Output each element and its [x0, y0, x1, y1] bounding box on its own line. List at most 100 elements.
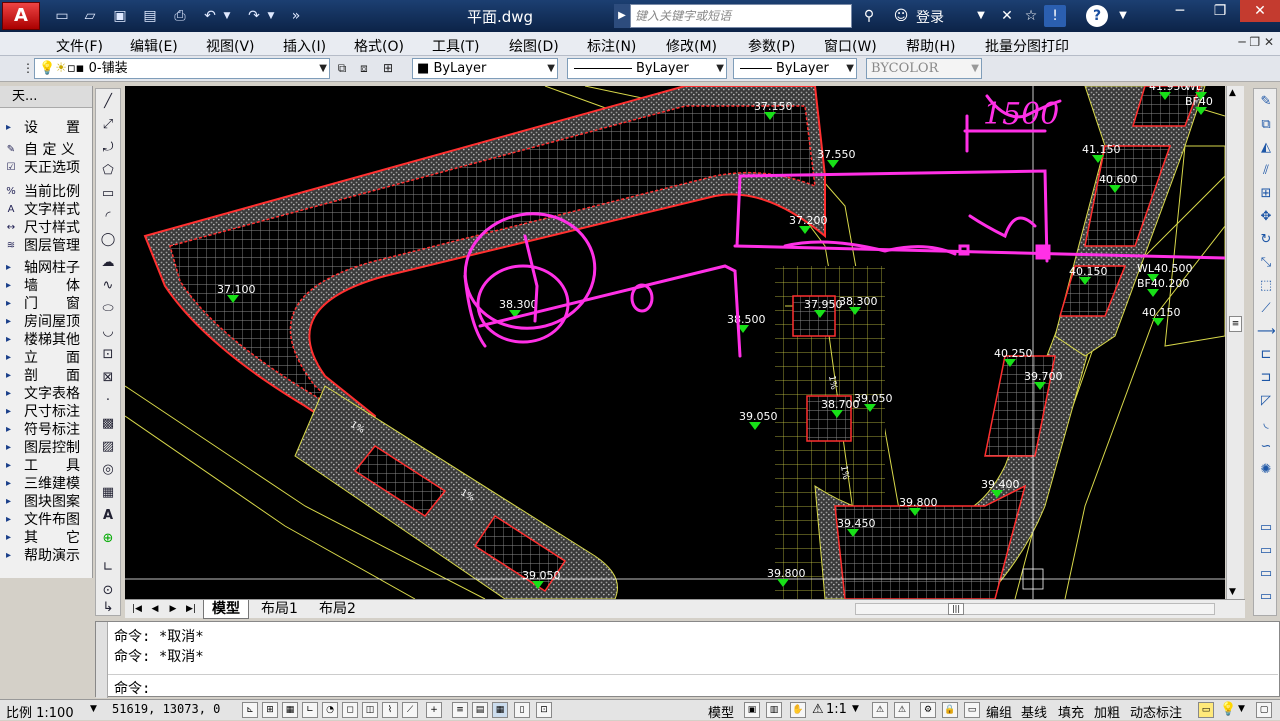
login-dropdown-icon[interactable]: ▼ [970, 5, 992, 27]
command-window[interactable]: 命令: *取消* 命令: *取消* 命令: [95, 621, 1280, 698]
scale-dropdown-icon[interactable]: ▼ [90, 704, 97, 714]
palette-item[interactable]: ☑ 天正选项 [0, 159, 92, 177]
layout-d-icon[interactable]: ▭ [1257, 588, 1275, 606]
orbit-icon[interactable]: ⊙ [99, 582, 117, 600]
move-icon[interactable]: ✥ [1257, 208, 1275, 226]
more-tools-icon[interactable]: » [286, 6, 306, 26]
multiline-text-icon[interactable]: A [99, 507, 117, 525]
minimize-icon[interactable]: ─ [1160, 0, 1200, 22]
menu-window[interactable]: 窗口(W) [824, 36, 877, 56]
rectangle-icon[interactable]: ▭ [99, 185, 117, 203]
cursor-coordinates[interactable]: 51619, 13073, 0 [112, 702, 220, 716]
add-selected-icon[interactable]: ⊕ [99, 530, 117, 548]
insert-block-icon[interactable]: ⊡ [99, 346, 117, 364]
user-icon[interactable]: ☺ [890, 5, 912, 27]
lineweight-icon[interactable]: ≡ [452, 702, 468, 718]
help-dropdown-icon[interactable]: ▼ [1112, 5, 1134, 27]
isolate-objects-icon[interactable]: 💡 [1220, 702, 1236, 717]
next-tab-icon[interactable]: ▶ [165, 601, 181, 617]
scroll-up-icon[interactable]: ▲ [1229, 88, 1236, 98]
otrack-icon[interactable]: ⌇ [382, 702, 398, 718]
menu-modify[interactable]: 修改(M) [666, 36, 717, 56]
menu-batch-print[interactable]: 批量分图打印 [985, 36, 1069, 56]
menu-format[interactable]: 格式(O) [354, 36, 404, 56]
pan-icon[interactable]: ✋ [790, 702, 806, 718]
hardware-acceleration-icon[interactable]: ▭ [964, 702, 980, 718]
palette-item[interactable]: ▸ 门 窗 [0, 295, 92, 313]
quick-view-drawings-icon[interactable]: ▥ [766, 702, 782, 718]
toggle-dynamic-dimension[interactable]: 动态标注 [1130, 702, 1182, 721]
layer-state-icon[interactable]: ⊞ [380, 60, 396, 76]
gradient-icon[interactable]: ▨ [99, 438, 117, 456]
infer-constraints-icon[interactable]: ⊾ [242, 702, 258, 718]
lock-icon[interactable]: 🔒 [942, 702, 958, 718]
construction-line-icon[interactable]: ⤢ [99, 116, 117, 134]
scale-icon[interactable]: ⤡ [1257, 254, 1275, 272]
workspace-icon[interactable]: ⚙ [920, 702, 936, 718]
menu-parametric[interactable]: 参数(P) [748, 36, 795, 56]
status-menu-icon[interactable]: ▼ [1238, 704, 1245, 714]
palette-item[interactable]: ✎ 自 定 义 [0, 141, 92, 159]
ellipse-arc-icon[interactable]: ◡ [99, 323, 117, 341]
undo-dropdown-icon[interactable]: ▼ [220, 6, 234, 26]
binoculars-icon[interactable]: ⚲ [858, 5, 880, 27]
color-dropdown[interactable]: ■ ByLayer ▼ [412, 58, 558, 79]
search-expand-icon[interactable]: ▶ [614, 4, 630, 28]
annotation-monitor-icon[interactable]: ⊡ [536, 702, 552, 718]
palette-item[interactable]: ▸ 剖 面 [0, 367, 92, 385]
dynamic-ucs-icon[interactable]: ⟋ [402, 702, 418, 718]
auto-scale-icon[interactable]: ⚠ [894, 702, 910, 718]
revision-cloud-icon[interactable]: ☁ [99, 254, 117, 272]
arc-icon[interactable]: ◜ [99, 208, 117, 226]
extend-icon[interactable]: ⟶ [1257, 323, 1276, 341]
hatch-icon[interactable]: ▩ [99, 415, 117, 433]
layout-b-icon[interactable]: ▭ [1257, 542, 1275, 560]
fillet-icon[interactable]: ◟ [1257, 415, 1275, 433]
login-link[interactable]: 登录 [916, 7, 944, 27]
stretch-icon[interactable]: ⬚ [1257, 277, 1275, 295]
palette-item[interactable]: ▸ 房间屋顶 [0, 313, 92, 331]
table-icon[interactable]: ▦ [99, 484, 117, 502]
restore-icon[interactable]: ❐ [1200, 0, 1240, 22]
ellipse-icon[interactable]: ⬭ [99, 300, 117, 318]
region-icon[interactable]: ◎ [99, 461, 117, 479]
menu-insert[interactable]: 插入(I) [283, 36, 326, 56]
spline-icon[interactable]: ∿ [99, 277, 117, 295]
quick-properties-icon[interactable]: ▦ [492, 702, 508, 718]
vertical-scrollbar[interactable]: ▲ ≡ ▼ [1226, 86, 1244, 599]
make-block-icon[interactable]: ⊠ [99, 369, 117, 387]
last-tab-icon[interactable]: ▶| [183, 601, 199, 617]
prev-tab-icon[interactable]: ◀ [147, 601, 163, 617]
offset-icon[interactable]: ⫽ [1257, 162, 1275, 180]
tray-settings-icon[interactable]: ▭ [1198, 702, 1214, 718]
palette-item[interactable]: ▸ 图层控制 [0, 439, 92, 457]
chamfer-icon[interactable]: ◸ [1257, 392, 1275, 410]
open-file-icon[interactable]: ▱ [80, 6, 100, 26]
palette-item[interactable]: ▸ 楼梯其他 [0, 331, 92, 349]
palette-item[interactable]: ▸ 符号标注 [0, 421, 92, 439]
palette-item[interactable]: ▸ 墙 体 [0, 277, 92, 295]
document-window-controls[interactable]: ─ ❐ ✕ [1238, 35, 1274, 49]
menu-view[interactable]: 视图(V) [206, 36, 255, 56]
menu-edit[interactable]: 编辑(E) [130, 36, 178, 56]
polyline-icon[interactable]: ⤾ [99, 139, 117, 157]
toggle-baseline[interactable]: 基线 [1021, 702, 1047, 721]
tab-layout1[interactable]: 布局1 [253, 600, 306, 619]
scroll-thumb[interactable]: ≡ [1229, 316, 1242, 332]
communication-icon[interactable]: ☆ [1020, 5, 1042, 27]
exchange-icon[interactable]: ✕ [996, 5, 1018, 27]
palette-item[interactable]: ▸ 图块图案 [0, 493, 92, 511]
layout-c-icon[interactable]: ▭ [1257, 565, 1275, 583]
toggle-fill[interactable]: 填充 [1058, 702, 1084, 721]
palette-item[interactable]: ▸ 文件布图 [0, 511, 92, 529]
palette-item[interactable]: ▸ 立 面 [0, 349, 92, 367]
new-file-icon[interactable]: ▭ [52, 6, 72, 26]
menu-draw[interactable]: 绘图(D) [509, 36, 559, 56]
annotation-visibility-icon[interactable]: ⚠ [872, 702, 888, 718]
lineweight-dropdown[interactable]: ByLayer ▼ [733, 58, 857, 79]
ortho-mode-icon[interactable]: ∟ [302, 702, 318, 718]
mirror-icon[interactable]: ◭ [1257, 139, 1275, 157]
annotation-scale-dropdown-icon[interactable]: ▼ [852, 704, 859, 714]
palette-item[interactable]: ↔ 尺寸样式 [0, 219, 92, 237]
save-icon[interactable]: ▣ [110, 6, 130, 26]
